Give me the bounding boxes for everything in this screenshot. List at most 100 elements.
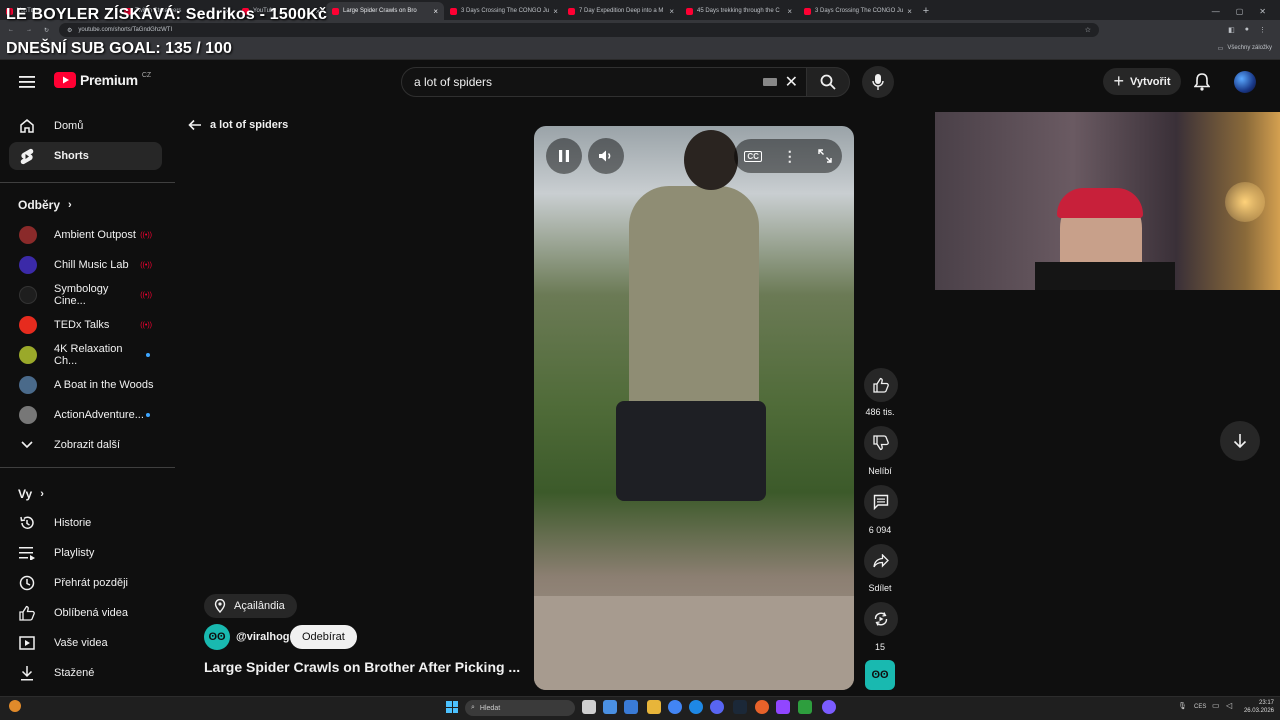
input-language[interactable]: CES xyxy=(1194,704,1206,710)
comment-count: 6 094 xyxy=(868,525,892,535)
pause-button[interactable] xyxy=(546,138,582,174)
microphone-tray-icon[interactable]: 🎙 xyxy=(1178,702,1187,710)
subscribe-button[interactable]: Odebírat xyxy=(290,625,357,649)
clock[interactable]: 23:17 26.03.2026 xyxy=(1238,699,1274,715)
site-info-icon[interactable]: ⚙ xyxy=(67,27,72,34)
new-tab-icon[interactable]: + xyxy=(916,2,936,20)
widgets-icon[interactable] xyxy=(603,700,617,714)
show-more-button[interactable]: Zobrazit další xyxy=(9,431,162,459)
search-icon xyxy=(820,74,836,90)
live-indicator-icon: ((•)) xyxy=(140,291,152,299)
keyboard-icon[interactable] xyxy=(762,78,777,86)
forward-arrow-icon[interactable]: → xyxy=(26,27,32,33)
close-tab-icon[interactable]: × xyxy=(907,7,912,16)
subscription-item[interactable]: 4K Relaxation Ch... xyxy=(9,341,162,369)
subscription-item[interactable]: Symbology Cine... ((•)) xyxy=(9,281,162,309)
close-tab-icon[interactable]: × xyxy=(787,7,792,16)
browser-app-icon[interactable] xyxy=(755,700,769,714)
streaming-app-icon[interactable] xyxy=(822,700,836,714)
more-options-icon[interactable]: ⋮ xyxy=(783,148,797,165)
sidebar-item-watch-later[interactable]: Přehrát později xyxy=(9,569,162,597)
close-tab-icon[interactable]: × xyxy=(433,7,438,16)
bookmark-star-icon[interactable]: ☆ xyxy=(1085,26,1091,34)
window-close-icon[interactable]: ✕ xyxy=(1259,7,1266,16)
close-tab-icon[interactable]: × xyxy=(669,7,674,16)
twitch-icon[interactable] xyxy=(776,700,790,714)
volume-tray-icon[interactable]: ◁ xyxy=(1226,701,1232,710)
comments-button[interactable] xyxy=(864,485,898,519)
subscription-item[interactable]: ActionAdventure... xyxy=(9,401,162,429)
create-button[interactable]: + Vytvořit xyxy=(1103,68,1181,95)
minimize-icon[interactable]: — xyxy=(1212,7,1220,16)
subscriptions-heading[interactable]: Odběry › xyxy=(18,198,72,212)
sidebar-item-playlists[interactable]: Playlisty xyxy=(9,539,162,567)
app-icon[interactable] xyxy=(624,700,638,714)
sidebar-item-your-videos[interactable]: Vaše videa xyxy=(9,629,162,657)
sidebar-item-home[interactable]: Domů xyxy=(9,112,162,140)
edge-icon[interactable] xyxy=(689,700,703,714)
close-tab-icon[interactable]: × xyxy=(553,7,558,16)
remix-button[interactable] xyxy=(864,602,898,636)
search-button[interactable] xyxy=(806,67,850,97)
like-button[interactable] xyxy=(864,368,898,402)
channel-handle[interactable]: @viralhog xyxy=(236,631,290,643)
next-short-button[interactable] xyxy=(1220,421,1260,461)
clear-search-icon[interactable]: ✕ xyxy=(785,72,798,92)
voice-search-button[interactable] xyxy=(862,66,894,98)
profile-icon[interactable]: ● xyxy=(1245,26,1249,34)
browser-tab[interactable]: 3 Days Crossing The CONGO Ju × xyxy=(798,2,916,20)
sidebar-item-history[interactable]: Historie xyxy=(9,509,162,537)
channel-avatar xyxy=(19,406,37,424)
volume-button[interactable] xyxy=(588,138,624,174)
closed-captions-icon[interactable]: CC xyxy=(744,150,762,162)
url-field[interactable]: ⚙ youtube.com/shorts/TaGndGhzWTI ☆ xyxy=(59,23,1100,37)
viralhog-logo-icon: ʘʘ xyxy=(871,669,889,681)
download-icon xyxy=(18,664,36,682)
subscription-item[interactable]: A Boat in the Woods xyxy=(9,371,162,399)
subscription-item[interactable]: TEDx Talks ((•)) xyxy=(9,311,162,339)
all-bookmarks[interactable]: ▭ Všechny záložky xyxy=(1218,45,1272,52)
task-view-icon[interactable] xyxy=(582,700,596,714)
notifications-button[interactable] xyxy=(1191,71,1213,93)
discord-icon[interactable] xyxy=(710,700,724,714)
windows-start-icon[interactable] xyxy=(446,701,458,713)
taskbar-search[interactable]: ⌕ Hledat xyxy=(465,700,575,716)
sound-thumbnail[interactable]: ʘʘ xyxy=(865,660,895,690)
network-icon[interactable]: ▭ xyxy=(1212,701,1220,710)
short-title[interactable]: Large Spider Crawls on Brother After Pic… xyxy=(204,659,526,675)
back-arrow-icon[interactable]: ← xyxy=(8,27,14,33)
file-explorer-icon[interactable] xyxy=(647,700,661,714)
location-chip[interactable]: Açailândia xyxy=(204,594,297,618)
browser-tab[interactable]: 45 Days trekking through the C × xyxy=(680,2,798,20)
new-content-dot xyxy=(146,353,150,357)
extension-icon[interactable]: ◧ xyxy=(1228,26,1235,34)
share-button[interactable] xyxy=(864,544,898,578)
subscription-item[interactable]: Chill Music Lab ((•)) xyxy=(9,251,162,279)
channel-avatar[interactable]: ʘʘ xyxy=(204,624,230,650)
sidebar-item-liked-videos[interactable]: Oblíbená videa xyxy=(9,599,162,627)
reload-icon[interactable]: ↻ xyxy=(44,27,49,34)
chrome-icon[interactable] xyxy=(668,700,682,714)
like-icon xyxy=(873,377,889,393)
browser-menu-icon[interactable]: ⋮ xyxy=(1259,26,1266,34)
sidebar-item-shorts[interactable]: Shorts xyxy=(9,142,162,170)
browser-tab[interactable]: 7 Day Expedition Deep into a M × xyxy=(562,2,680,20)
dislike-button[interactable] xyxy=(864,426,898,460)
back-to-search-link[interactable]: a lot of spiders xyxy=(188,119,288,131)
sidebar-item-downloads[interactable]: Stažené xyxy=(9,659,162,687)
fullscreen-icon[interactable] xyxy=(817,149,832,163)
youtube-logo[interactable]: Premium CZ xyxy=(54,72,151,88)
xbox-icon[interactable] xyxy=(798,700,812,714)
steam-icon[interactable] xyxy=(733,700,747,714)
short-video-player[interactable] xyxy=(534,126,854,690)
browser-tab-active[interactable]: Large Spider Crawls on Bro × xyxy=(326,2,444,20)
you-heading[interactable]: Vy › xyxy=(18,487,44,501)
hamburger-menu-icon[interactable] xyxy=(16,71,38,93)
history-icon xyxy=(18,514,36,532)
weather-widget-icon[interactable] xyxy=(9,700,21,712)
avatar[interactable] xyxy=(1234,71,1256,93)
browser-tab[interactable]: 3 Days Crossing The CONGO Ju × xyxy=(444,2,562,20)
search-input[interactable]: a lot of spiders ✕ xyxy=(401,67,809,97)
subscription-item[interactable]: Ambient Outpost ((•)) xyxy=(9,221,162,249)
maximize-icon[interactable]: ▢ xyxy=(1236,7,1244,16)
